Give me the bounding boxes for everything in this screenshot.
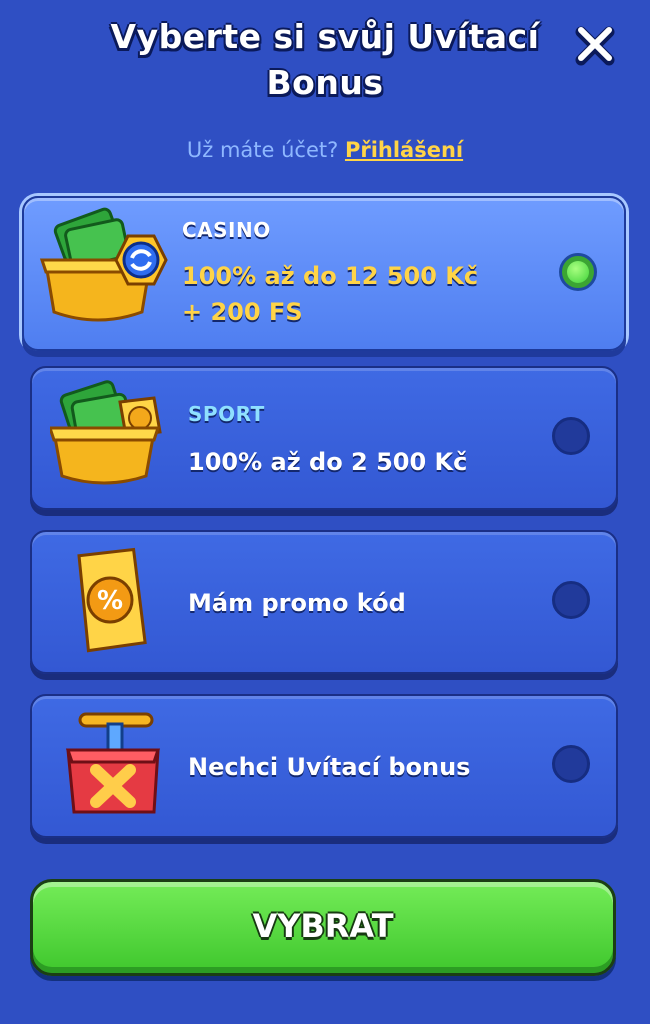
option-category-label: SPORT	[188, 402, 265, 426]
login-link[interactable]: Přihlášení	[345, 138, 463, 162]
option-offer-line1: 100% až do 12 500 Kč	[182, 262, 479, 290]
login-prompt: Už máte účet? Přihlášení	[0, 138, 650, 162]
option-radio[interactable]	[552, 581, 590, 619]
option-radio[interactable]	[552, 417, 590, 455]
option-offer-line1: 100% až do 2 500 Kč	[188, 448, 468, 476]
close-icon[interactable]	[572, 22, 618, 68]
svg-text:%: %	[97, 586, 123, 616]
option-promo-code[interactable]: % Mám promo kód	[30, 530, 618, 674]
page-title: Vyberte si svůj Uvítací Bonus	[110, 17, 540, 102]
no-bonus-detonator-icon	[65, 712, 161, 814]
sport-money-chest-icon	[50, 380, 162, 485]
option-offer-line2: + 200 FS	[182, 298, 303, 326]
option-label: Mám promo kód	[188, 589, 406, 617]
promo-ticket-icon: %	[77, 547, 147, 653]
option-no-bonus[interactable]: Nechci Uvítací bonus	[30, 694, 618, 838]
option-sport[interactable]: SPORT 100% až do 2 500 Kč	[30, 366, 618, 510]
option-radio[interactable]	[559, 253, 597, 291]
casino-money-chest-icon	[39, 207, 168, 322]
option-casino[interactable]: CASINO 100% až do 12 500 Kč + 200 FS	[22, 196, 626, 351]
option-label: Nechci Uvítací bonus	[188, 753, 471, 781]
select-button[interactable]: VYBRAT	[30, 879, 616, 976]
option-category-label: CASINO	[182, 218, 271, 242]
login-question: Už máte účet?	[186, 138, 339, 162]
option-radio[interactable]	[552, 745, 590, 783]
